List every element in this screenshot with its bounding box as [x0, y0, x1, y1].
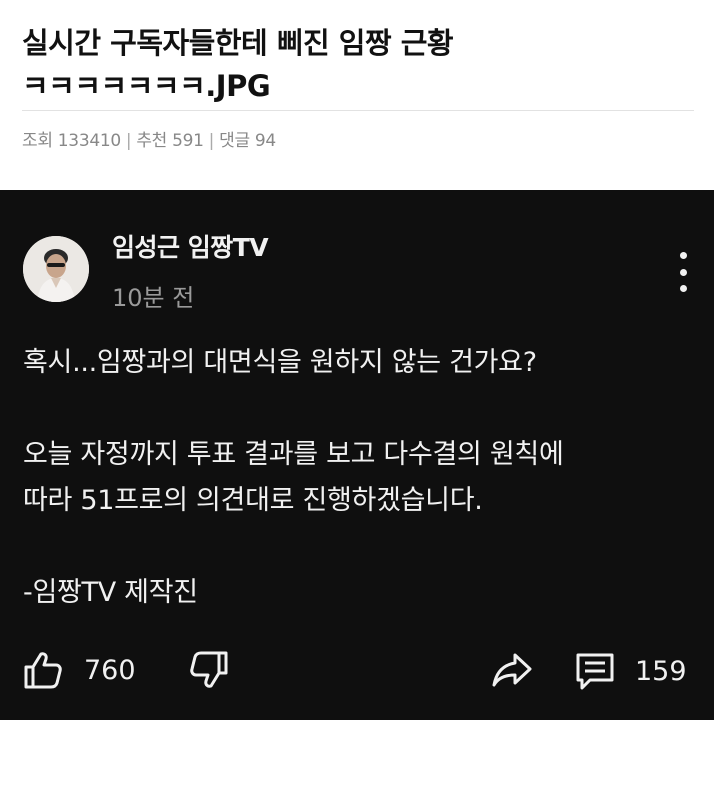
avatar[interactable]: [23, 236, 89, 302]
body-line: -임짱TV 제작진: [23, 577, 198, 608]
body-line: 따라 51프로의 의견대로 진행하겠습니다.: [23, 485, 483, 516]
community-post-card: 임성근 임짱TV 10분 전 혹시...임짱과의 대면식을 원하지 않는 건가요…: [0, 190, 714, 720]
avatar-image: [23, 236, 89, 302]
channel-name[interactable]: 임성근 임짱TV: [112, 228, 269, 264]
body-line: 혹시...임짱과의 대면식을 원하지 않는 건가요?: [23, 347, 537, 378]
views-count: 조회 133410: [22, 131, 121, 151]
thumbs-up-icon: [24, 652, 62, 689]
header-divider: [22, 110, 694, 111]
comment-button[interactable]: 159: [573, 650, 687, 692]
recommend-count: 추천 591: [136, 131, 204, 151]
body-line: 오늘 자정까지 투표 결과를 보고 다수결의 원칙에: [23, 439, 564, 470]
dislike-button[interactable]: [188, 650, 230, 690]
comment-count: 댓글 94: [219, 131, 276, 151]
post-body: 혹시...임짱과의 대면식을 원하지 않는 건가요? 오늘 자정까지 투표 결과…: [23, 340, 693, 616]
more-vertical-icon[interactable]: [668, 252, 698, 292]
like-count: 760: [84, 654, 136, 686]
post-meta: 조회 133410 | 추천 591 | 댓글 94: [22, 126, 276, 151]
meta-separator: |: [125, 131, 132, 151]
share-button[interactable]: [490, 650, 534, 690]
post-title: 실시간 구독자들한테 삐진 임짱 근황 ㅋㅋㅋㅋㅋㅋㅋ.JPG: [22, 22, 702, 108]
thumbs-down-icon: [190, 651, 228, 688]
like-button[interactable]: 760: [22, 650, 136, 690]
comment-count-card: 159: [635, 655, 687, 687]
comment-icon: [576, 653, 614, 690]
post-title-line2: ㅋㅋㅋㅋㅋㅋㅋ.JPG: [22, 69, 271, 103]
share-icon: [492, 653, 532, 687]
post-time: 10분 전: [112, 284, 195, 312]
meta-separator: |: [208, 131, 215, 151]
post-header: 실시간 구독자들한테 삐진 임짱 근황 ㅋㅋㅋㅋㅋㅋㅋ.JPG 조회 13341…: [0, 0, 714, 190]
post-title-line1: 실시간 구독자들한테 삐진 임짱 근황: [22, 26, 454, 60]
